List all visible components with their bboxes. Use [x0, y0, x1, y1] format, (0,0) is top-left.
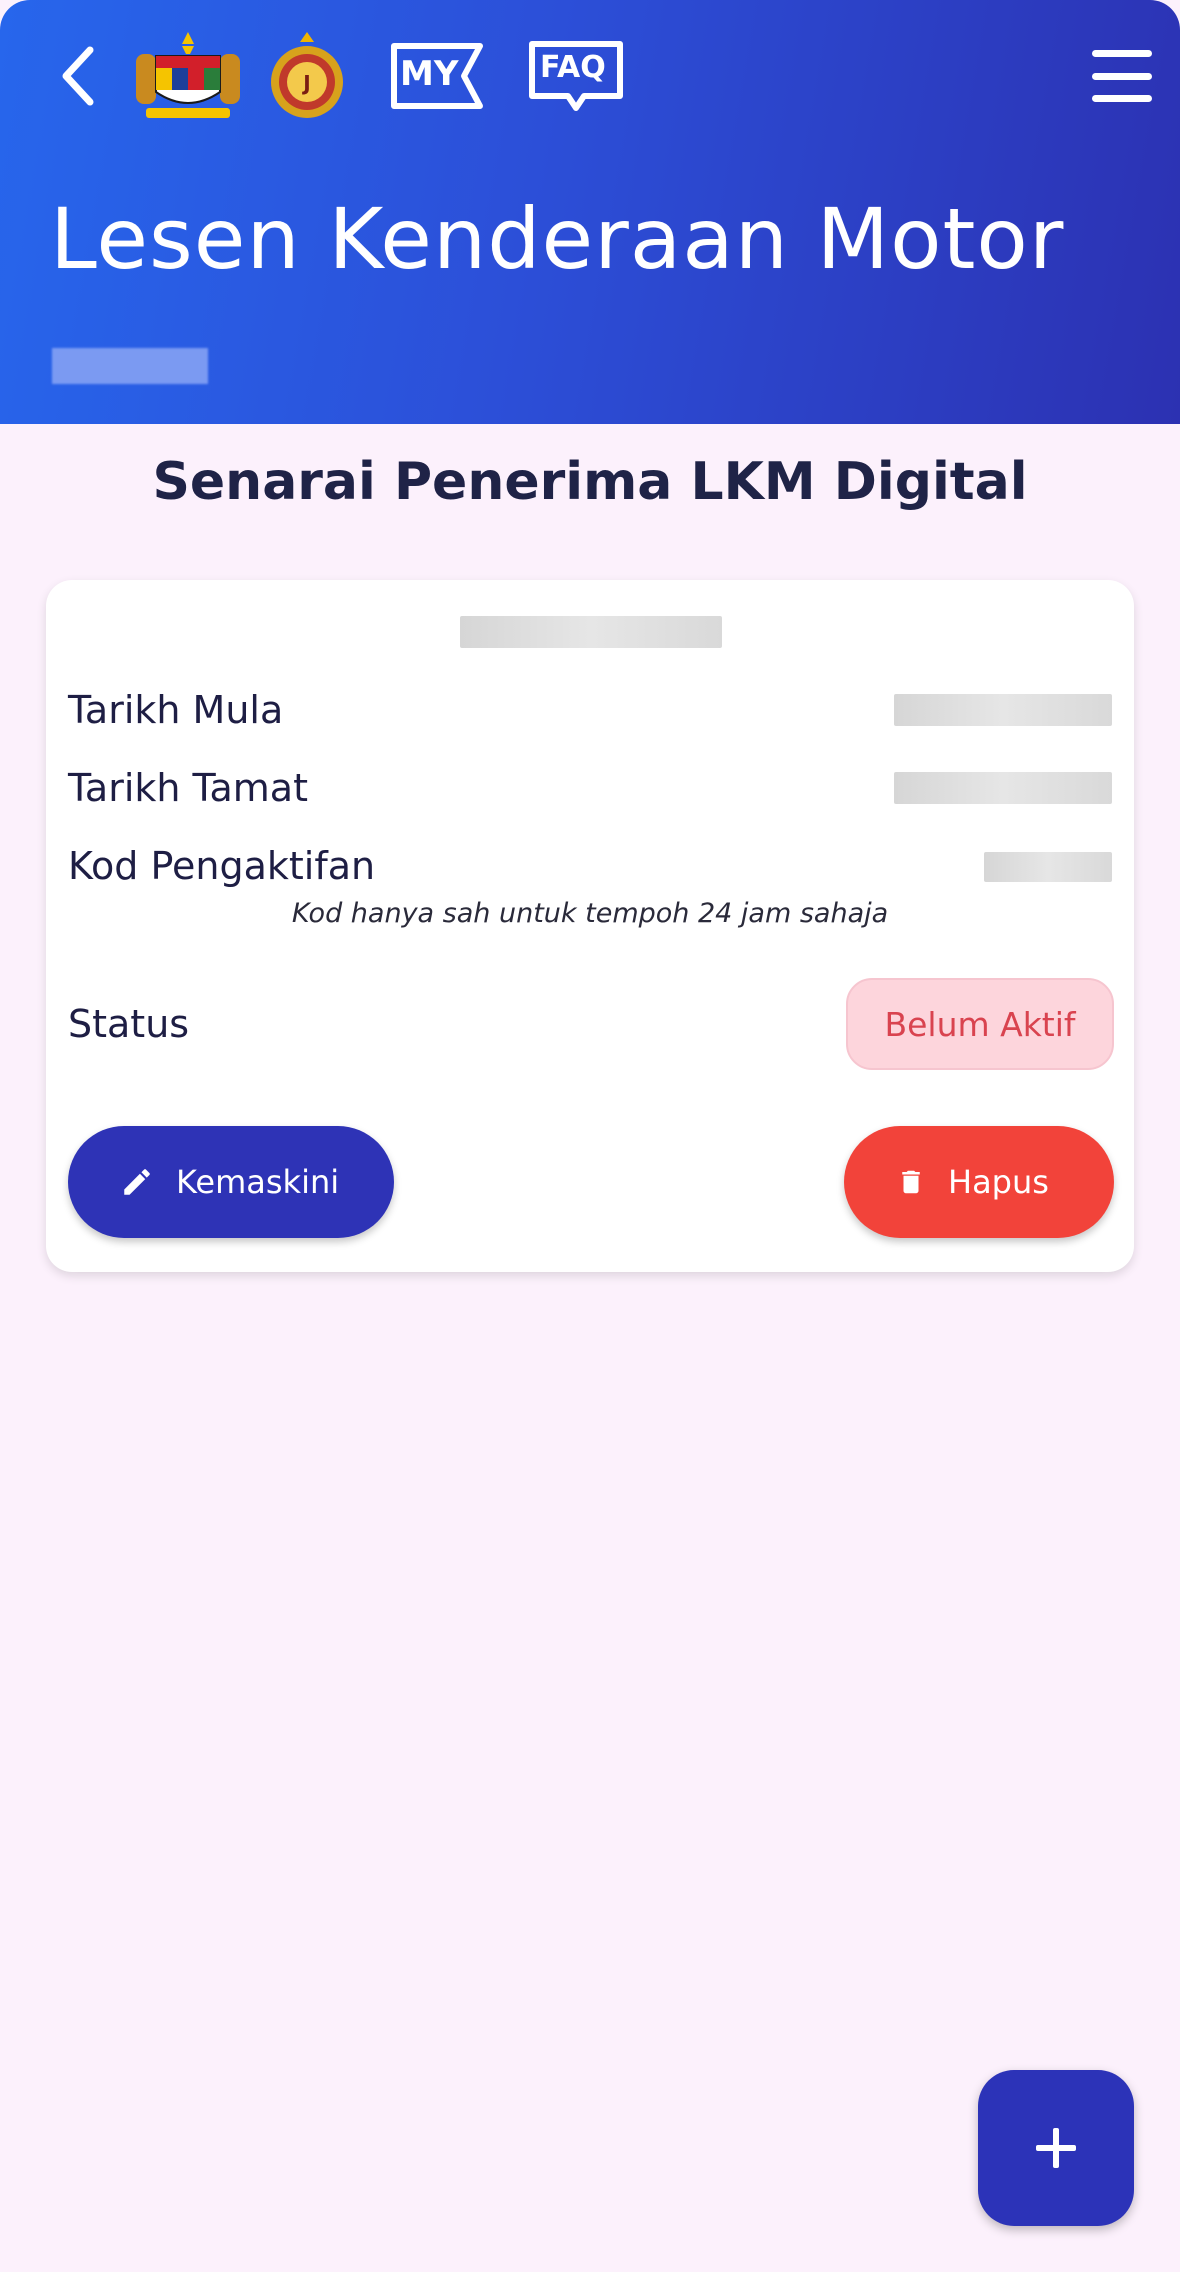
edit-button-label: Kemaskini: [176, 1163, 340, 1201]
add-recipient-button[interactable]: [978, 2070, 1134, 2226]
plus-icon: [1036, 2128, 1076, 2168]
redacted-subtitle: [52, 348, 208, 384]
svg-text:J: J: [301, 71, 310, 95]
redacted-activation-code: [984, 852, 1112, 882]
hamburger-menu-button[interactable]: [1092, 50, 1152, 102]
faq-button[interactable]: FAQ: [526, 38, 626, 114]
page-title: Lesen Kenderaan Motor: [50, 190, 1065, 288]
faq-label: FAQ: [540, 50, 606, 85]
back-button[interactable]: [48, 40, 108, 112]
activation-note: Kod hanya sah untuk tempoh 24 jam sahaja: [291, 898, 889, 929]
hamburger-menu-icon: [1092, 50, 1152, 57]
redacted-end-date: [894, 772, 1112, 804]
app-header: J MY FAQ Lesen Kenderaan Motor: [0, 0, 1180, 424]
redacted-start-date: [894, 694, 1112, 726]
trash-icon: [902, 1170, 920, 1194]
jpj-crest-icon: J: [271, 32, 343, 118]
malaysia-crest-icon: [136, 32, 240, 118]
end-date-label: Tarikh Tamat: [68, 766, 308, 810]
back-arrow-icon: [62, 46, 94, 106]
redacted-recipient-name: [460, 616, 722, 648]
section-title: Senarai Penerima LKM Digital: [152, 452, 1028, 512]
activation-code-label: Kod Pengaktifan: [68, 844, 376, 888]
delete-button[interactable]: Hapus: [844, 1126, 1114, 1238]
my-button[interactable]: MY: [388, 40, 486, 112]
recipient-card: Tarikh Mula Tarikh Tamat Kod Pengaktifan…: [46, 580, 1134, 1272]
edit-button[interactable]: Kemaskini: [68, 1126, 394, 1238]
pencil-icon: [124, 1169, 150, 1195]
status-label: Status: [68, 1002, 190, 1046]
start-date-label: Tarikh Mula: [68, 688, 284, 732]
status-badge: Belum Aktif: [846, 978, 1114, 1070]
delete-button-label: Hapus: [948, 1163, 1049, 1201]
my-label: MY: [400, 54, 459, 94]
